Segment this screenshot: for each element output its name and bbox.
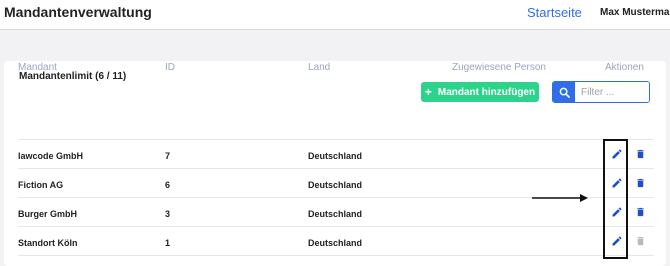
tenant-id: 6 [165, 180, 171, 190]
table-row: lawcode GmbH 7 Deutschland [18, 140, 654, 169]
tenant-name: lawcode GmbH [18, 151, 84, 161]
col-header-actions: Aktionen [605, 62, 644, 73]
tenant-name: Standort Köln [18, 238, 78, 248]
filter-input[interactable] [575, 82, 649, 102]
search-icon [559, 87, 570, 98]
trash-icon [636, 207, 644, 217]
table-row: Standort Köln 1 Deutschland [18, 227, 654, 256]
tenant-country: Deutschland [308, 151, 363, 161]
tenant-country: Deutschland [308, 209, 363, 219]
arrow-icon [532, 194, 588, 202]
delete-button-disabled [633, 234, 647, 248]
tenant-id: 3 [165, 209, 171, 219]
app-title: Mandantenverwaltung [4, 4, 152, 20]
filter-box [552, 81, 650, 103]
trash-icon [636, 178, 644, 188]
trash-icon [636, 236, 644, 246]
tenant-name: Burger GmbH [18, 209, 78, 219]
delete-button[interactable] [633, 147, 647, 161]
trash-icon [636, 149, 644, 159]
plus-icon: + [424, 85, 432, 99]
tenant-id: 1 [165, 238, 171, 248]
user-name[interactable]: Max Mustermann [600, 7, 670, 18]
tenant-country: Deutschland [308, 238, 363, 248]
tenant-id: 7 [165, 151, 171, 161]
tenant-country: Deutschland [308, 180, 363, 190]
search-button[interactable] [553, 82, 575, 102]
col-header-mandant[interactable]: Mandant [18, 62, 57, 73]
delete-button[interactable] [633, 205, 647, 219]
top-bar: Mandantenverwaltung Startseite Max Muste… [0, 0, 670, 30]
home-link[interactable]: Startseite [527, 5, 582, 20]
col-header-person[interactable]: Zugewiesene Person [452, 62, 546, 73]
edit-column-highlight [603, 139, 628, 259]
delete-button[interactable] [633, 176, 647, 190]
add-tenant-label: Mandant hinzufügen [437, 86, 536, 98]
tenant-name: Fiction AG [18, 180, 64, 190]
add-tenant-button[interactable]: + Mandant hinzufügen [421, 82, 539, 102]
col-header-id[interactable]: ID [165, 62, 175, 73]
col-header-land[interactable]: Land [308, 62, 330, 73]
